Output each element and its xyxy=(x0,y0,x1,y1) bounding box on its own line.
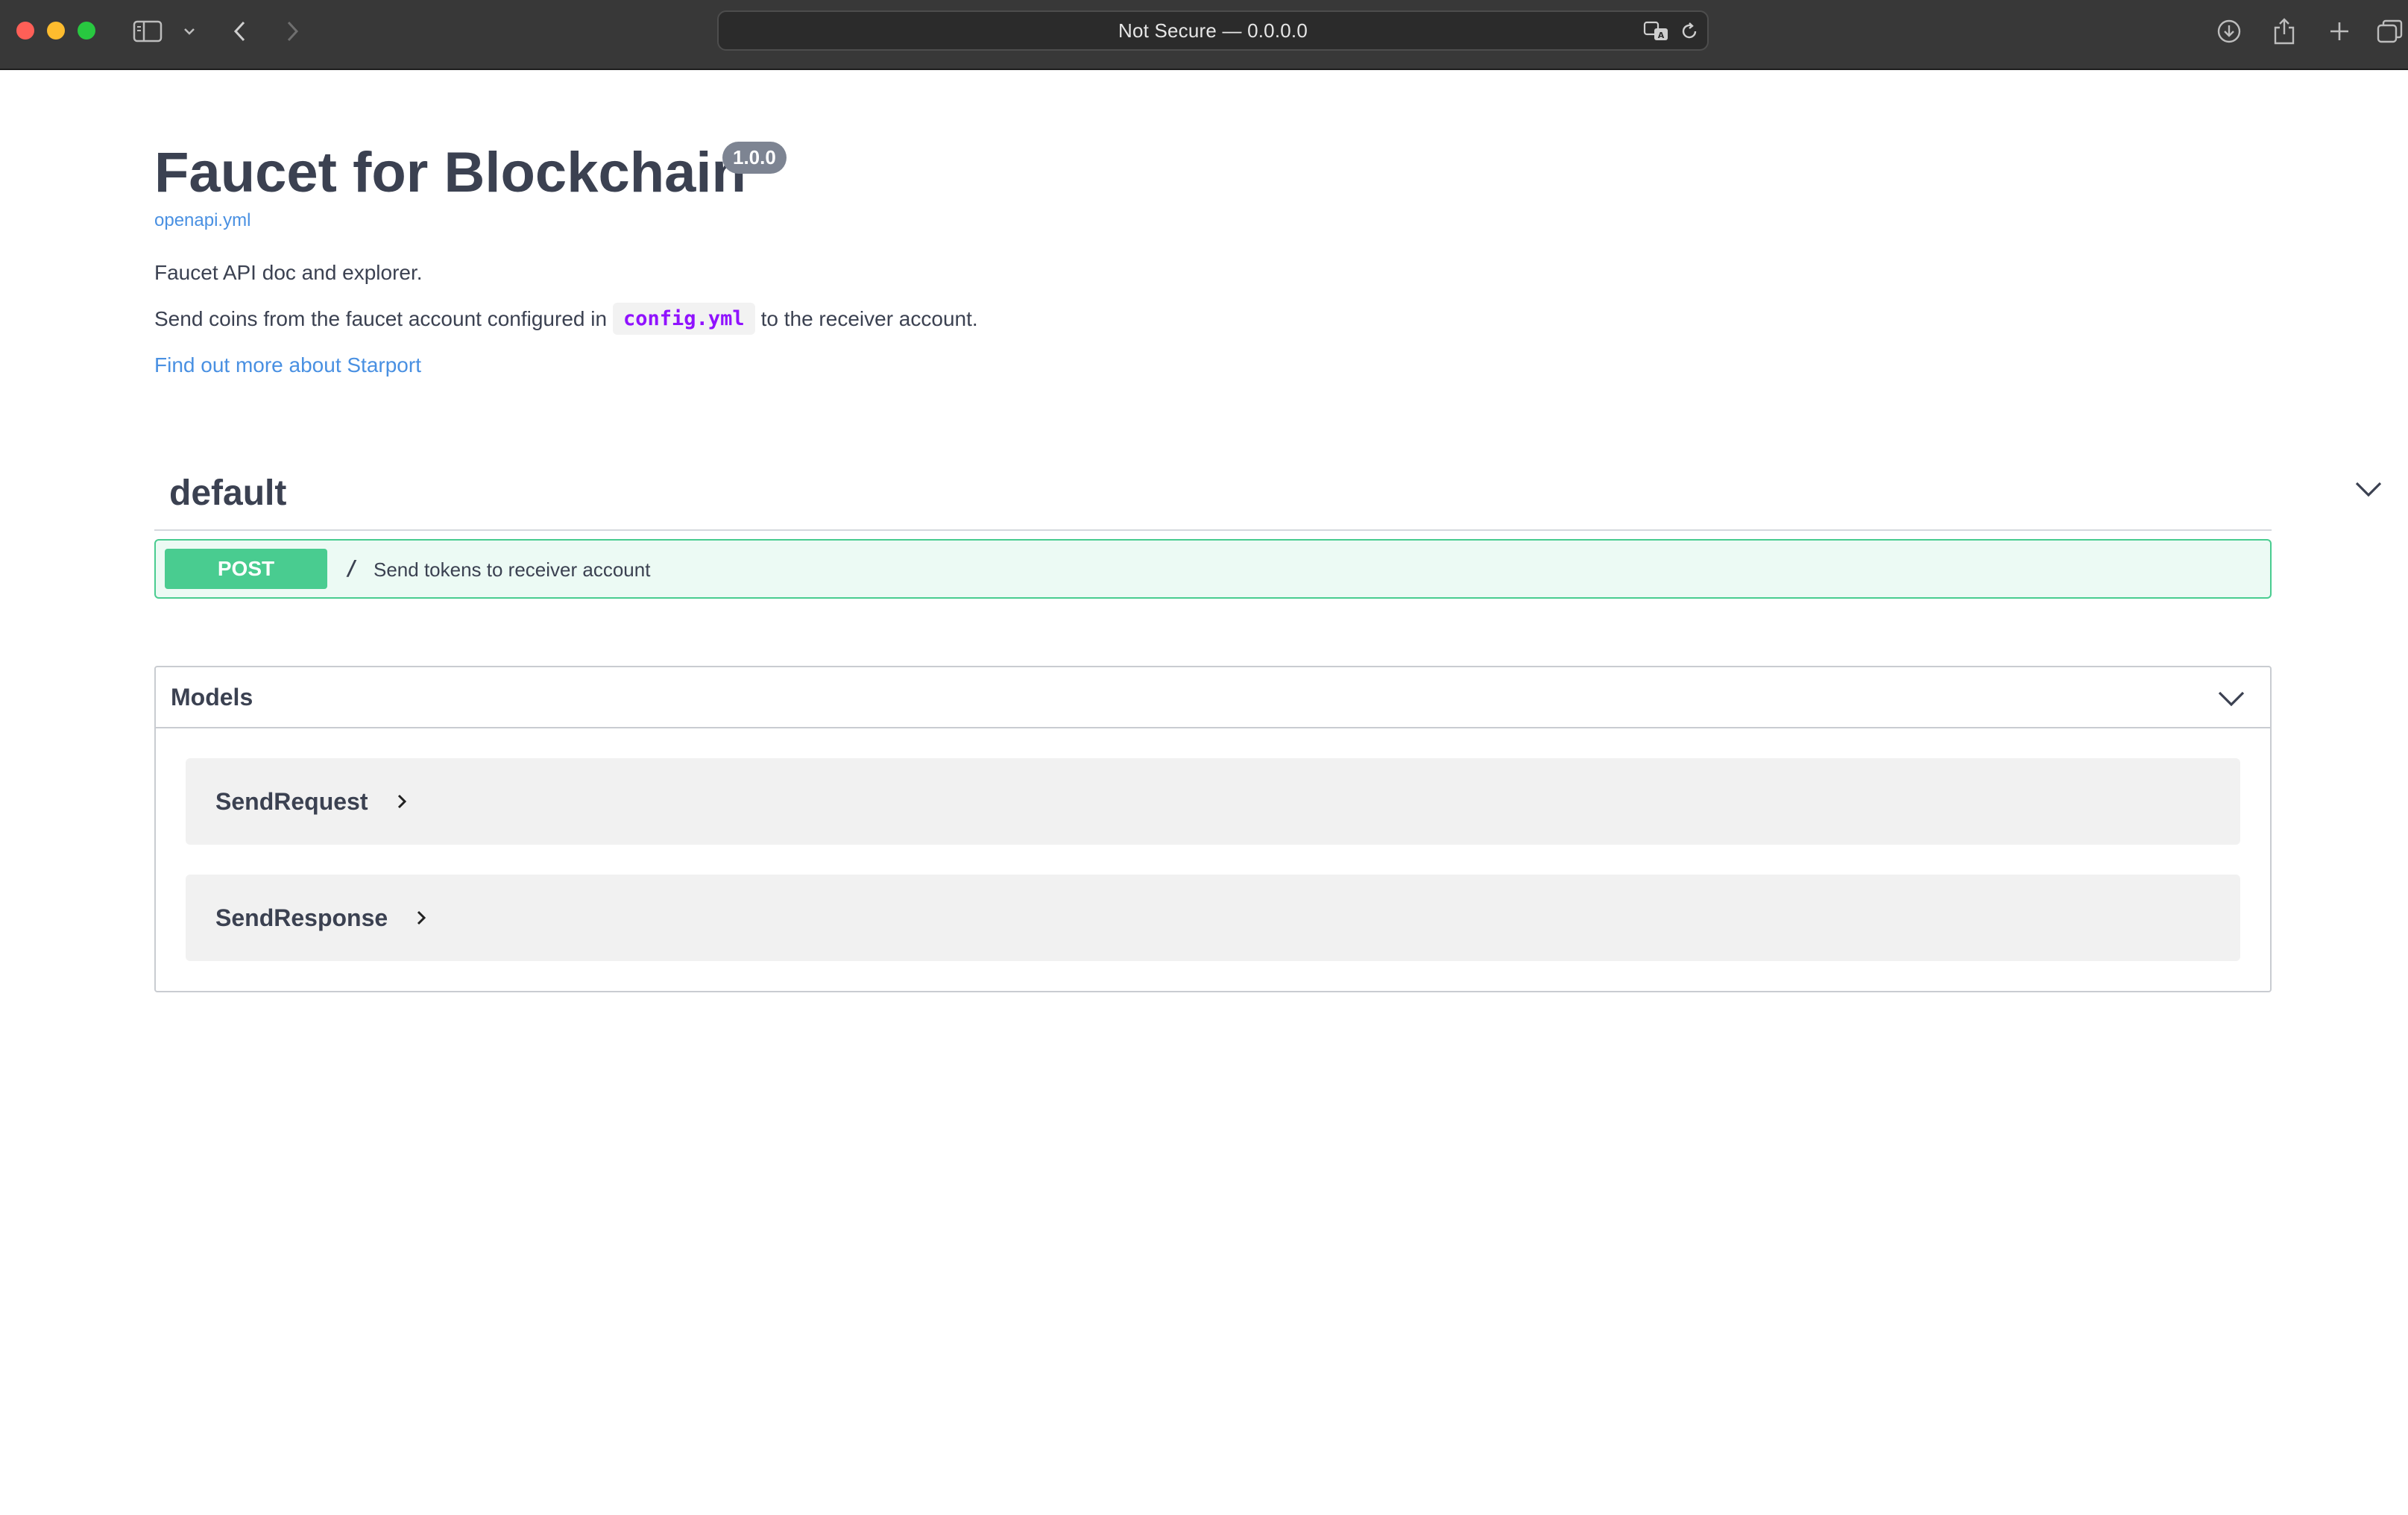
models-section: Models SendRequest SendResponse xyxy=(154,666,2272,992)
operation-path: / xyxy=(345,555,358,580)
share-icon[interactable] xyxy=(2269,16,2299,46)
translate-icon[interactable]: A xyxy=(1643,18,1670,45)
svg-text:A: A xyxy=(1658,31,1665,40)
description-text-before: Send coins from the faucet account confi… xyxy=(154,306,608,330)
tag-name: default xyxy=(169,473,287,513)
zoom-window-button[interactable] xyxy=(78,22,95,40)
new-tab-icon[interactable] xyxy=(2325,16,2354,46)
reload-icon[interactable] xyxy=(1676,18,1703,45)
sidebar-icon[interactable] xyxy=(133,16,163,46)
chevron-right-icon[interactable] xyxy=(391,791,412,812)
external-docs-link[interactable]: Find out more about Starport xyxy=(154,353,421,377)
browser-toolbar: Not Secure — 0.0.0.0 A xyxy=(0,0,2408,70)
description-text-after: to the receiver account. xyxy=(760,306,978,330)
model-name: SendResponse xyxy=(215,904,388,931)
description-line-1: Faucet API doc and explorer. xyxy=(154,261,423,284)
download-icon[interactable] xyxy=(2214,16,2244,46)
api-info: Faucet for Blockchain 1.0.0 openapi.yml … xyxy=(154,134,2272,377)
models-header[interactable]: Models xyxy=(156,667,2270,728)
operation-summary: Send tokens to receiver account xyxy=(374,558,651,581)
forward-icon[interactable] xyxy=(277,16,307,46)
config-code: config.yml xyxy=(613,303,755,335)
version-badge: 1.0.0 xyxy=(722,142,787,174)
chevron-down-icon[interactable] xyxy=(2352,473,2385,505)
spec-link[interactable]: openapi.yml xyxy=(154,210,250,231)
model-item-sendresponse[interactable]: SendResponse xyxy=(186,875,2240,961)
minimize-window-button[interactable] xyxy=(47,22,65,40)
address-bar[interactable]: Not Secure — 0.0.0.0 A xyxy=(717,10,1709,51)
close-window-button[interactable] xyxy=(16,22,34,40)
tag-header-default[interactable]: default xyxy=(154,456,2382,531)
chevron-down-icon[interactable] xyxy=(2215,682,2248,715)
title-row: Faucet for Blockchain 1.0.0 xyxy=(154,134,2272,216)
model-name: SendRequest xyxy=(215,788,368,815)
operation-post-root[interactable]: POST / Send tokens to receiver account xyxy=(154,539,2272,599)
chevron-right-icon[interactable] xyxy=(411,907,432,928)
model-item-sendrequest[interactable]: SendRequest xyxy=(186,758,2240,845)
tabs-overview-icon[interactable] xyxy=(2375,16,2405,46)
models-title: Models xyxy=(171,684,253,711)
address-text: Not Secure — 0.0.0.0 xyxy=(1118,19,1308,42)
chevron-down-icon[interactable] xyxy=(174,16,204,46)
back-icon[interactable] xyxy=(225,16,255,46)
page-title: Faucet for Blockchain xyxy=(154,141,746,204)
description-line-2: Send coins from the faucet account confi… xyxy=(154,303,978,335)
method-badge: POST xyxy=(165,549,327,589)
